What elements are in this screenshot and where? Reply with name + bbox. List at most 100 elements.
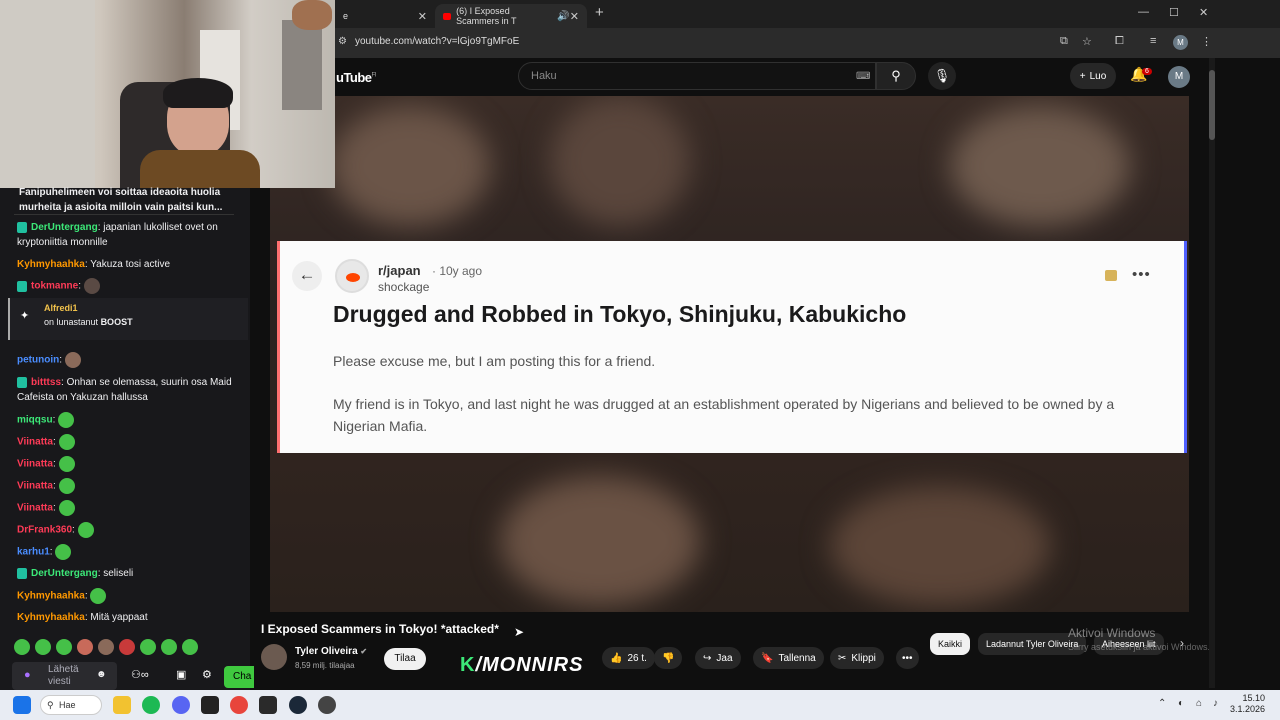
- voice-search-button[interactable]: 🎙: [928, 62, 956, 90]
- verified-icon: ✔: [360, 647, 368, 656]
- spotify-icon[interactable]: [142, 696, 160, 714]
- chrome-icon[interactable]: [230, 696, 248, 714]
- tray-app-icon[interactable]: ◐: [1178, 698, 1184, 709]
- taskbar-search-label: Hae: [59, 700, 76, 710]
- emote-icon[interactable]: [140, 639, 156, 655]
- browser-tab-active[interactable]: (6) I Exposed Scammers in T 🔊 ✕: [435, 4, 587, 28]
- chat-message: DerUntergang: japanian lukolliset ovet o…: [17, 221, 218, 248]
- x-app-icon[interactable]: [201, 696, 219, 714]
- emote-icon: [58, 500, 75, 516]
- video-player[interactable]: ← r/japan · 10y ago shockage ••• Drugged…: [270, 96, 1189, 612]
- microphone-icon: 🎙: [933, 68, 951, 83]
- badge-icon: [17, 567, 27, 579]
- profile-avatar[interactable]: M: [1173, 35, 1188, 50]
- taskbar-search[interactable]: ⚲ Hae: [40, 695, 102, 715]
- windows-activation-subtext: Siirry asetuksiin ja aktivoi Windows.: [1068, 642, 1211, 652]
- browser-menu-icon[interactable]: ⋮: [1201, 35, 1212, 48]
- post-author: shockage: [378, 280, 430, 294]
- chat-message: Viinatta:: [17, 456, 242, 472]
- volume-icon[interactable]: ♪: [1213, 698, 1218, 709]
- emote-icon[interactable]: [56, 639, 72, 655]
- discord-icon[interactable]: [172, 696, 190, 714]
- emote-icon: [90, 588, 107, 604]
- share-button[interactable]: ↪ Jaa: [695, 647, 741, 669]
- dislike-button[interactable]: 👎: [654, 647, 683, 669]
- settings-gear-icon[interactable]: ⚙: [202, 668, 212, 681]
- clock[interactable]: 15.10 3.1.2026: [1230, 693, 1265, 715]
- plus-icon: +: [1079, 70, 1086, 82]
- chat-input[interactable]: ● Lähetä viesti ☻: [12, 662, 117, 690]
- emote-icon: [58, 434, 75, 450]
- create-button[interactable]: + Luo: [1070, 63, 1116, 89]
- clip-button[interactable]: ✂ Klippi: [830, 647, 884, 669]
- save-button[interactable]: 🔖 Tallenna: [753, 647, 824, 669]
- obs-icon[interactable]: [318, 696, 336, 714]
- minimize-button[interactable]: —: [1138, 6, 1149, 18]
- close-tab-icon[interactable]: ✕: [418, 10, 427, 23]
- scrollbar[interactable]: [1209, 58, 1215, 688]
- post-paragraph: Please excuse me, but I am posting this …: [333, 353, 656, 369]
- emote-icon[interactable]: [119, 639, 135, 655]
- steam-icon[interactable]: [289, 696, 307, 714]
- channel-avatar[interactable]: [261, 644, 287, 670]
- subscribe-button[interactable]: Tilaa: [384, 648, 426, 670]
- boost-user: Alfredi1: [44, 303, 78, 313]
- site-info-icon[interactable]: ⚙: [338, 36, 347, 47]
- chat-message: bitttss: Onhan se olemassa, suurin osa M…: [17, 376, 232, 403]
- back-arrow-icon[interactable]: ←: [292, 261, 322, 291]
- file-explorer-icon[interactable]: [113, 696, 131, 714]
- channel-name[interactable]: Tyler Oliveira ✔: [295, 646, 367, 657]
- thumbs-up-icon: 👍: [610, 652, 623, 664]
- emote-icon[interactable]: [161, 639, 177, 655]
- reddit-snoo-icon: [335, 259, 369, 293]
- browser-tab[interactable]: e ✕: [335, 4, 435, 28]
- badge-icon: [17, 280, 27, 292]
- emote-icon[interactable]: [35, 639, 51, 655]
- close-window-button[interactable]: ✕: [1199, 6, 1208, 19]
- more-actions-button[interactable]: •••: [896, 647, 919, 669]
- subreddit-name: r/japan: [378, 263, 421, 278]
- maximize-button[interactable]: ☐: [1169, 6, 1179, 19]
- install-icon[interactable]: ⧉: [1060, 35, 1068, 48]
- keyboard-icon[interactable]: ⌨: [856, 71, 870, 82]
- emote-icon[interactable]: [77, 639, 93, 655]
- account-avatar[interactable]: M: [1168, 66, 1190, 88]
- emote-picker-icon[interactable]: ☻: [96, 669, 107, 681]
- new-tab-button[interactable]: +: [595, 4, 604, 21]
- gift-icon[interactable]: ▣: [176, 668, 186, 681]
- extensions-icon[interactable]: ⧠: [1115, 35, 1124, 48]
- stream-chat-panel: Fanipuhelimeen voi soittaa ideaoita huol…: [0, 187, 254, 690]
- youtube-favicon-icon: [443, 12, 452, 20]
- chat-send-button[interactable]: Cha: [224, 666, 254, 688]
- chat-message: Kyhmyhaahka: Yakuza tosi active: [17, 259, 171, 270]
- emote-icon[interactable]: [182, 639, 198, 655]
- youtube-logo[interactable]: uTubeFI: [336, 70, 376, 85]
- pinned-message: Fanipuhelimeen voi soittaa ideaoita huol…: [19, 187, 223, 213]
- bookmark-star-icon[interactable]: ☆: [1082, 35, 1092, 48]
- badge-icon: [17, 221, 27, 233]
- close-tab-icon[interactable]: ✕: [570, 10, 579, 23]
- bookmark-icon: 🔖: [761, 652, 774, 664]
- url-input[interactable]: youtube.com/watch?v=lGjo9TgMFoE: [355, 36, 519, 47]
- create-label: Luo: [1089, 70, 1107, 82]
- webcam-overlay: [0, 0, 335, 188]
- network-icon[interactable]: ⌂: [1196, 698, 1202, 709]
- chip-all[interactable]: Kaikki: [930, 633, 971, 655]
- windows-start-icon[interactable]: [13, 696, 31, 714]
- bits-icon[interactable]: ●: [24, 669, 31, 681]
- emote-icon: [58, 412, 75, 428]
- search-input[interactable]: Haku ⌨: [518, 62, 876, 90]
- terminal-icon[interactable]: [259, 696, 277, 714]
- scrollbar-thumb[interactable]: [1209, 70, 1215, 140]
- emote-icon[interactable]: [98, 639, 114, 655]
- channel-points-icon[interactable]: ⚇∞: [131, 668, 149, 681]
- emote-icon[interactable]: [14, 639, 30, 655]
- search-button[interactable]: ⚲: [876, 62, 916, 90]
- divider: [14, 214, 234, 215]
- tray-chevron-icon[interactable]: ⌃: [1158, 698, 1166, 709]
- tab-title: (6) I Exposed Scammers in T: [456, 6, 517, 26]
- speaker-icon[interactable]: 🔊: [557, 11, 569, 22]
- media-icon[interactable]: ≡: [1150, 35, 1156, 47]
- like-button[interactable]: 👍 26 t.: [602, 647, 655, 669]
- emote-icon: [77, 522, 94, 538]
